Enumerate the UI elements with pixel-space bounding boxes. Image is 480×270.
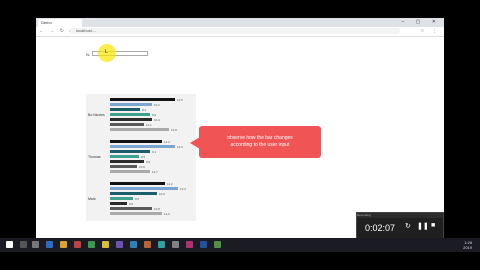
chart-bar xyxy=(110,187,178,190)
callout-line-1: observe how the bar changes xyxy=(227,135,293,141)
chart-bar xyxy=(110,170,150,173)
browser-titlebar: Demo – ▢ ✕ xyxy=(36,18,444,27)
app-icon-8[interactable] xyxy=(158,241,165,248)
app-icon-4[interactable] xyxy=(88,241,95,248)
windows-taskbar: 1:28 2019 xyxy=(0,238,480,252)
recorder-time: 0:02:07 xyxy=(365,223,396,233)
app-icon-7[interactable] xyxy=(144,241,151,248)
url-text: localhost:... xyxy=(76,28,97,33)
chart-bar xyxy=(110,197,133,200)
app-icon-5[interactable] xyxy=(116,241,123,248)
bar-value-label: 9.0 xyxy=(146,159,151,164)
recorder-title: Recording xyxy=(357,213,443,218)
chart-bar xyxy=(110,140,162,143)
app-icon-9[interactable] xyxy=(172,241,179,248)
chart-bar xyxy=(110,155,139,158)
task-view-icon[interactable] xyxy=(32,241,39,248)
bar-value-label: 11.1 xyxy=(146,122,152,127)
chart-bar xyxy=(110,118,152,121)
group-label: Thomas xyxy=(88,155,101,159)
annotation-callout: observe how the bar changes according to … xyxy=(199,126,321,158)
chart-bar xyxy=(110,98,175,101)
system-clock[interactable]: 1:28 2019 xyxy=(463,240,472,250)
bar-value-label: 9.1 xyxy=(152,149,157,154)
extension-icons[interactable]: ☆ ⋮ xyxy=(420,28,440,34)
bar-value-label: 9.6 xyxy=(152,112,157,117)
window-controls[interactable]: – ▢ ✕ xyxy=(402,19,441,25)
chart-bar xyxy=(110,103,152,106)
bar-value-label: 12.7 xyxy=(152,169,158,174)
group-label: Mark xyxy=(88,197,96,201)
search-icon[interactable] xyxy=(20,241,27,248)
chart-bar xyxy=(110,202,127,205)
bar-value-label: 12.4 xyxy=(180,186,186,191)
chart-bar xyxy=(110,160,144,163)
bar-value-label: 10.4 xyxy=(154,117,160,122)
app-icon-6[interactable] xyxy=(130,241,137,248)
chart-bar xyxy=(110,123,144,126)
bar-value-label: 12.0 xyxy=(164,211,170,216)
cursor-mark: L xyxy=(105,49,108,55)
chart-bar xyxy=(110,212,162,215)
clock-date: 2019 xyxy=(463,245,472,250)
bar-value-label: 13.8 xyxy=(171,127,177,132)
chart-bar xyxy=(110,145,175,148)
chart-bar xyxy=(110,165,137,168)
bar-value-label: 9.5 xyxy=(129,201,134,206)
chart-bar xyxy=(110,207,152,210)
bar-value-label: 8.5 xyxy=(141,154,146,159)
chart-bar xyxy=(110,150,150,153)
bar-value-label: 8.0 xyxy=(135,196,140,201)
chrome-icon[interactable] xyxy=(102,241,109,248)
app-icon-1[interactable] xyxy=(46,241,53,248)
bar-value-label: 12.2 xyxy=(164,139,170,144)
start-icon[interactable] xyxy=(6,241,13,248)
stop-icon[interactable]: ■ xyxy=(431,222,435,229)
app-icon-2[interactable] xyxy=(60,241,67,248)
callout-line-2: according to the user input xyxy=(230,142,290,148)
bar-value-label: 8.4 xyxy=(142,107,147,112)
bar-value-label: 10.2 xyxy=(154,102,160,107)
bar-chart: Bo Nicoles 12.5 10.2 8.4 9.6 10.4 11.1 13.8 Thom… xyxy=(86,94,196,221)
app-icon-11[interactable] xyxy=(200,241,207,248)
bar-value-label: 11.2 xyxy=(167,181,173,186)
input-label: N: xyxy=(86,52,90,57)
chart-bar xyxy=(110,182,165,185)
bar-value-label: 14.0 xyxy=(177,144,183,149)
mouse-cursor-highlight: L xyxy=(98,44,116,62)
app-icon-10[interactable] xyxy=(186,241,193,248)
browser-tab[interactable]: Demo xyxy=(38,19,82,27)
bar-value-label: 12.5 xyxy=(177,97,183,102)
bar-value-label: 10.0 xyxy=(159,191,165,196)
group-label: Bo Nicoles xyxy=(88,113,105,117)
app-icon-12[interactable] xyxy=(214,241,221,248)
app-icon-3[interactable] xyxy=(74,241,81,248)
chart-bar xyxy=(110,128,169,131)
browser-addressbar: ← → ↻ ⌂ localhost:... ☆ ⋮ xyxy=(36,27,444,37)
url-field[interactable]: localhost:... xyxy=(70,28,400,34)
tab-title: Demo xyxy=(41,20,52,25)
bar-value-label: 10.8 xyxy=(154,206,160,211)
chart-bar xyxy=(110,113,150,116)
rotate-icon[interactable]: ↻ xyxy=(405,222,411,230)
chart-bar xyxy=(110,108,140,111)
pause-icon[interactable]: ❚❚ xyxy=(417,222,429,230)
callout-text: observe how the bar changes according to … xyxy=(199,135,321,149)
chart-bar xyxy=(110,192,157,195)
bar-value-label: 10.6 xyxy=(139,164,145,169)
